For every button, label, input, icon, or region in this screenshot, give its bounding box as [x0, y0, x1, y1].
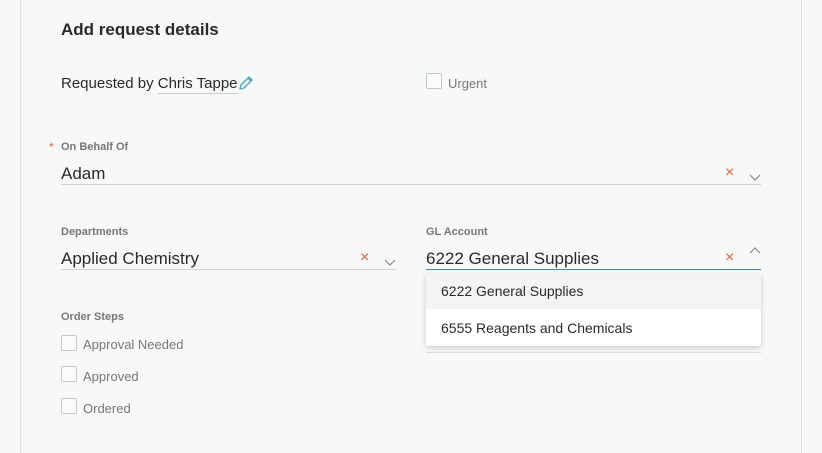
- on-behalf-of-underline: [61, 184, 761, 185]
- departments-clear-icon[interactable]: ×: [360, 250, 369, 266]
- approval-needed-checkbox[interactable]: [61, 335, 77, 351]
- requested-by: Requested by Chris Tappe: [61, 75, 238, 94]
- gl-option-reagents-chemicals[interactable]: 6555 Reagents and Chemicals: [426, 310, 761, 346]
- form-panel: [20, 0, 802, 453]
- on-behalf-of-clear-icon[interactable]: ×: [725, 165, 734, 181]
- chevron-up-icon[interactable]: [748, 243, 762, 254]
- gl-account-dropdown: 6222 General Supplies 6555 Reagents and …: [426, 273, 761, 346]
- urgent-label: Urgent: [448, 76, 488, 91]
- chevron-down-icon[interactable]: [748, 169, 762, 181]
- pencil-icon[interactable]: [237, 74, 255, 92]
- departments-input[interactable]: Applied Chemistry: [61, 249, 199, 269]
- approval-needed-label: Approval Needed: [83, 337, 184, 352]
- page-title: Add request details: [61, 20, 219, 39]
- ordered-checkbox[interactable]: [61, 398, 77, 414]
- ordered-label: Ordered: [83, 401, 131, 416]
- departments-label: Departments: [61, 226, 129, 238]
- approved-label: Approved: [83, 369, 139, 384]
- approved-checkbox[interactable]: [61, 366, 77, 382]
- chevron-down-icon[interactable]: [383, 254, 397, 266]
- urgent-checkbox[interactable]: [426, 73, 442, 89]
- hidden-field-underline: [426, 352, 761, 353]
- gl-option-general-supplies[interactable]: 6222 General Supplies: [426, 273, 761, 309]
- gl-account-clear-icon[interactable]: ×: [725, 250, 734, 266]
- on-behalf-of-label: On Behalf Of: [61, 141, 129, 153]
- order-steps-label: Order Steps: [61, 311, 124, 323]
- requester-name[interactable]: Chris Tappe: [157, 75, 238, 94]
- departments-underline: [61, 269, 396, 270]
- required-marker: *: [49, 140, 54, 154]
- on-behalf-of-input[interactable]: Adam: [61, 164, 105, 184]
- gl-account-underline: [426, 269, 761, 270]
- gl-account-input[interactable]: 6222 General Supplies: [426, 249, 599, 269]
- requested-by-prefix: Requested by: [61, 75, 154, 92]
- gl-account-label: GL Account: [426, 226, 488, 238]
